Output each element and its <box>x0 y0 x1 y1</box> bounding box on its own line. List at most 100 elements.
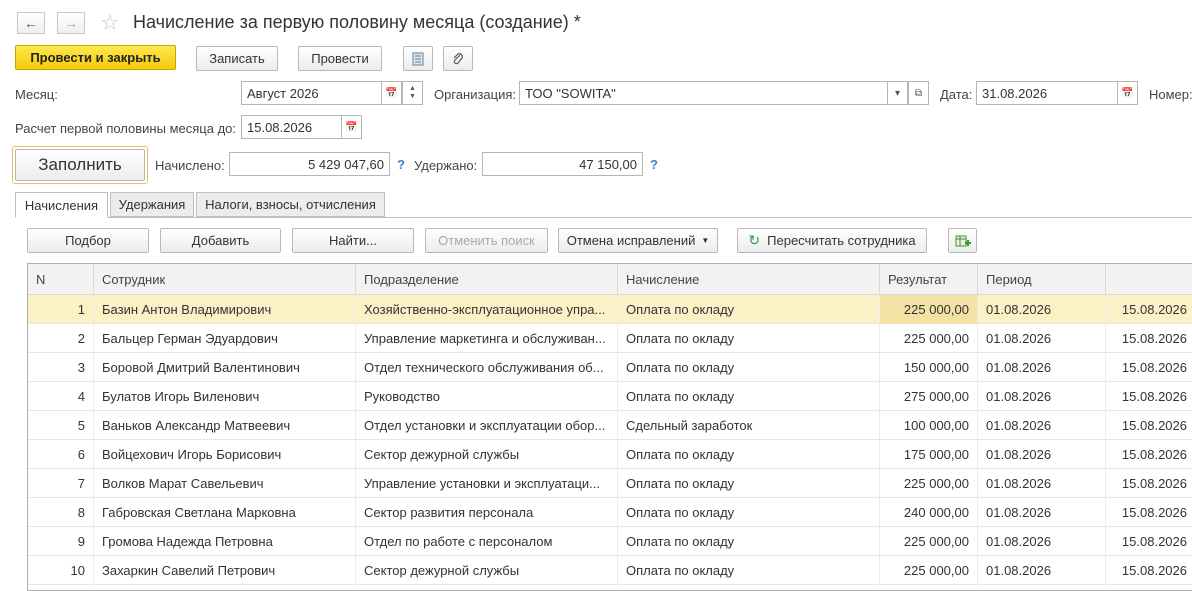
cell-employee[interactable]: Габровская Светлана Марковна <box>94 498 356 527</box>
cell-n[interactable]: 10 <box>28 556 94 585</box>
table-row[interactable]: 5 Ваньков Александр Матвеевич Отдел устано… <box>28 411 1192 440</box>
cell-result[interactable]: 240 000,00 <box>880 498 978 527</box>
tab-taxes[interactable]: Налоги, взносы, отчисления <box>196 192 385 217</box>
cell-period-to[interactable]: 15.08.2026 <box>1106 556 1192 585</box>
cell-employee[interactable]: Булатов Игорь Виленович <box>94 382 356 411</box>
report-button[interactable] <box>403 46 433 71</box>
cell-department[interactable]: Хозяйственно-эксплуатационное упра... <box>356 295 618 324</box>
cell-department[interactable]: Сектор дежурной службы <box>356 556 618 585</box>
save-button[interactable]: Записать <box>196 46 278 71</box>
column-header-accrual[interactable]: Начисление <box>618 264 880 295</box>
cell-accrual[interactable]: Оплата по окладу <box>618 527 880 556</box>
cell-employee[interactable]: Громова Надежда Петровна <box>94 527 356 556</box>
cell-period-from[interactable]: 01.08.2026 <box>978 411 1106 440</box>
star-icon[interactable]: ☆ <box>100 10 120 36</box>
cell-department[interactable]: Руководство <box>356 382 618 411</box>
cell-accrual[interactable]: Оплата по окладу <box>618 295 880 324</box>
cell-department[interactable]: Сектор дежурной службы <box>356 440 618 469</box>
cell-n[interactable]: 3 <box>28 353 94 382</box>
cell-employee[interactable]: Базин Антон Владимирович <box>94 295 356 324</box>
cell-accrual[interactable]: Оплата по окладу <box>618 382 880 411</box>
cell-department[interactable]: Отдел установки и эксплуатации обор... <box>356 411 618 440</box>
table-row[interactable]: 9 Громова Надежда Петровна Отдел по работе… <box>28 527 1192 556</box>
fill-button[interactable]: Заполнить <box>15 149 145 181</box>
tab-accruals[interactable]: Начисления <box>15 192 108 218</box>
post-button[interactable]: Провести <box>298 46 382 71</box>
cell-period-to[interactable]: 15.08.2026 <box>1106 295 1192 324</box>
column-header-employee[interactable]: Сотрудник <box>94 264 356 295</box>
cell-employee[interactable]: Волков Марат Савельевич <box>94 469 356 498</box>
cell-result[interactable]: 275 000,00 <box>880 382 978 411</box>
cell-period-to[interactable]: 15.08.2026 <box>1106 527 1192 556</box>
date-calendar-button[interactable]: 📅 <box>1117 81 1138 105</box>
select-button[interactable]: Подбор <box>27 228 149 253</box>
cell-n[interactable]: 9 <box>28 527 94 556</box>
cell-n[interactable]: 6 <box>28 440 94 469</box>
table-row[interactable]: 10 Захаркин Савелий Петрович Сектор дежурн… <box>28 556 1192 585</box>
cell-result[interactable]: 225 000,00 <box>880 556 978 585</box>
accrued-help-icon[interactable]: ? <box>397 157 405 172</box>
cell-accrual[interactable]: Оплата по окладу <box>618 440 880 469</box>
column-header-n[interactable]: N <box>28 264 94 295</box>
tab-deductions[interactable]: Удержания <box>110 192 194 217</box>
cell-result[interactable]: 225 000,00 <box>880 469 978 498</box>
cell-n[interactable]: 4 <box>28 382 94 411</box>
column-header-period[interactable]: Период <box>978 264 1106 295</box>
cell-department[interactable]: Управление маркетинга и обслуживан... <box>356 324 618 353</box>
cell-period-from[interactable]: 01.08.2026 <box>978 382 1106 411</box>
cell-n[interactable]: 8 <box>28 498 94 527</box>
cell-department[interactable]: Сектор развития персонала <box>356 498 618 527</box>
cell-department[interactable]: Отдел по работе с персоналом <box>356 527 618 556</box>
cell-accrual[interactable]: Оплата по окладу <box>618 469 880 498</box>
cell-period-from[interactable]: 01.08.2026 <box>978 353 1106 382</box>
cell-result[interactable]: 225 000,00 <box>880 295 978 324</box>
cell-result[interactable]: 225 000,00 <box>880 527 978 556</box>
cell-accrual[interactable]: Оплата по окладу <box>618 498 880 527</box>
cell-employee[interactable]: Ваньков Александр Матвеевич <box>94 411 356 440</box>
table-row[interactable]: 2 Бальцер Герман Эдуардович Управление мар… <box>28 324 1192 353</box>
cell-result[interactable]: 100 000,00 <box>880 411 978 440</box>
organization-open-button[interactable]: ⧉ <box>908 81 929 105</box>
cell-period-from[interactable]: 01.08.2026 <box>978 324 1106 353</box>
calc-until-field[interactable]: 15.08.2026 <box>241 115 342 139</box>
post-and-close-button[interactable]: Провести и закрыть <box>15 45 176 70</box>
cell-period-from[interactable]: 01.08.2026 <box>978 498 1106 527</box>
cell-employee[interactable]: Боровой Дмитрий Валентинович <box>94 353 356 382</box>
cell-period-from[interactable]: 01.08.2026 <box>978 440 1106 469</box>
cell-result[interactable]: 225 000,00 <box>880 324 978 353</box>
cell-department[interactable]: Отдел технического обслуживания об... <box>356 353 618 382</box>
cell-period-to[interactable]: 15.08.2026 <box>1106 469 1192 498</box>
calc-until-calendar-button[interactable]: 📅 <box>341 115 362 139</box>
cell-period-to[interactable]: 15.08.2026 <box>1106 382 1192 411</box>
cell-accrual[interactable]: Оплата по окладу <box>618 353 880 382</box>
accruals-table[interactable]: N Сотрудник Подразделение Начисление Рез… <box>27 263 1192 591</box>
organization-dropdown-button[interactable]: ▾ <box>887 81 908 105</box>
cell-n[interactable]: 2 <box>28 324 94 353</box>
cell-period-to[interactable]: 15.08.2026 <box>1106 353 1192 382</box>
cell-period-from[interactable]: 01.08.2026 <box>978 556 1106 585</box>
table-row[interactable]: 1 Базин Антон Владимирович Хозяйственно-эк… <box>28 295 1192 324</box>
month-calendar-button[interactable]: 📅 <box>381 81 402 105</box>
cell-n[interactable]: 7 <box>28 469 94 498</box>
organization-field[interactable]: ТОО "SOWITA" <box>519 81 888 105</box>
table-row[interactable]: 8 Габровская Светлана Марковна Сектор разв… <box>28 498 1192 527</box>
column-header-department[interactable]: Подразделение <box>356 264 618 295</box>
cancel-corrections-button[interactable]: Отмена исправлений ▼ <box>558 228 718 253</box>
month-field[interactable]: Август 2026 <box>241 81 382 105</box>
month-spinner[interactable]: ▲ ▼ <box>402 81 423 105</box>
cell-employee[interactable]: Войцехович Игорь Борисович <box>94 440 356 469</box>
table-settings-button[interactable] <box>948 228 977 253</box>
table-row[interactable]: 3 Боровой Дмитрий Валентинович Отдел техни… <box>28 353 1192 382</box>
cell-employee[interactable]: Бальцер Герман Эдуардович <box>94 324 356 353</box>
cell-period-to[interactable]: 15.08.2026 <box>1106 411 1192 440</box>
cell-employee[interactable]: Захаркин Савелий Петрович <box>94 556 356 585</box>
add-button[interactable]: Добавить <box>160 228 281 253</box>
cancel-search-button[interactable]: Отменить поиск <box>425 228 548 253</box>
cell-period-from[interactable]: 01.08.2026 <box>978 527 1106 556</box>
cell-accrual[interactable]: Сдельный заработок <box>618 411 880 440</box>
column-header-result[interactable]: Результат <box>880 264 978 295</box>
cell-n[interactable]: 1 <box>28 295 94 324</box>
table-row[interactable]: 4 Булатов Игорь Виленович Руководство Оплат… <box>28 382 1192 411</box>
cell-department[interactable]: Управление установки и эксплуатаци... <box>356 469 618 498</box>
cell-result[interactable]: 150 000,00 <box>880 353 978 382</box>
